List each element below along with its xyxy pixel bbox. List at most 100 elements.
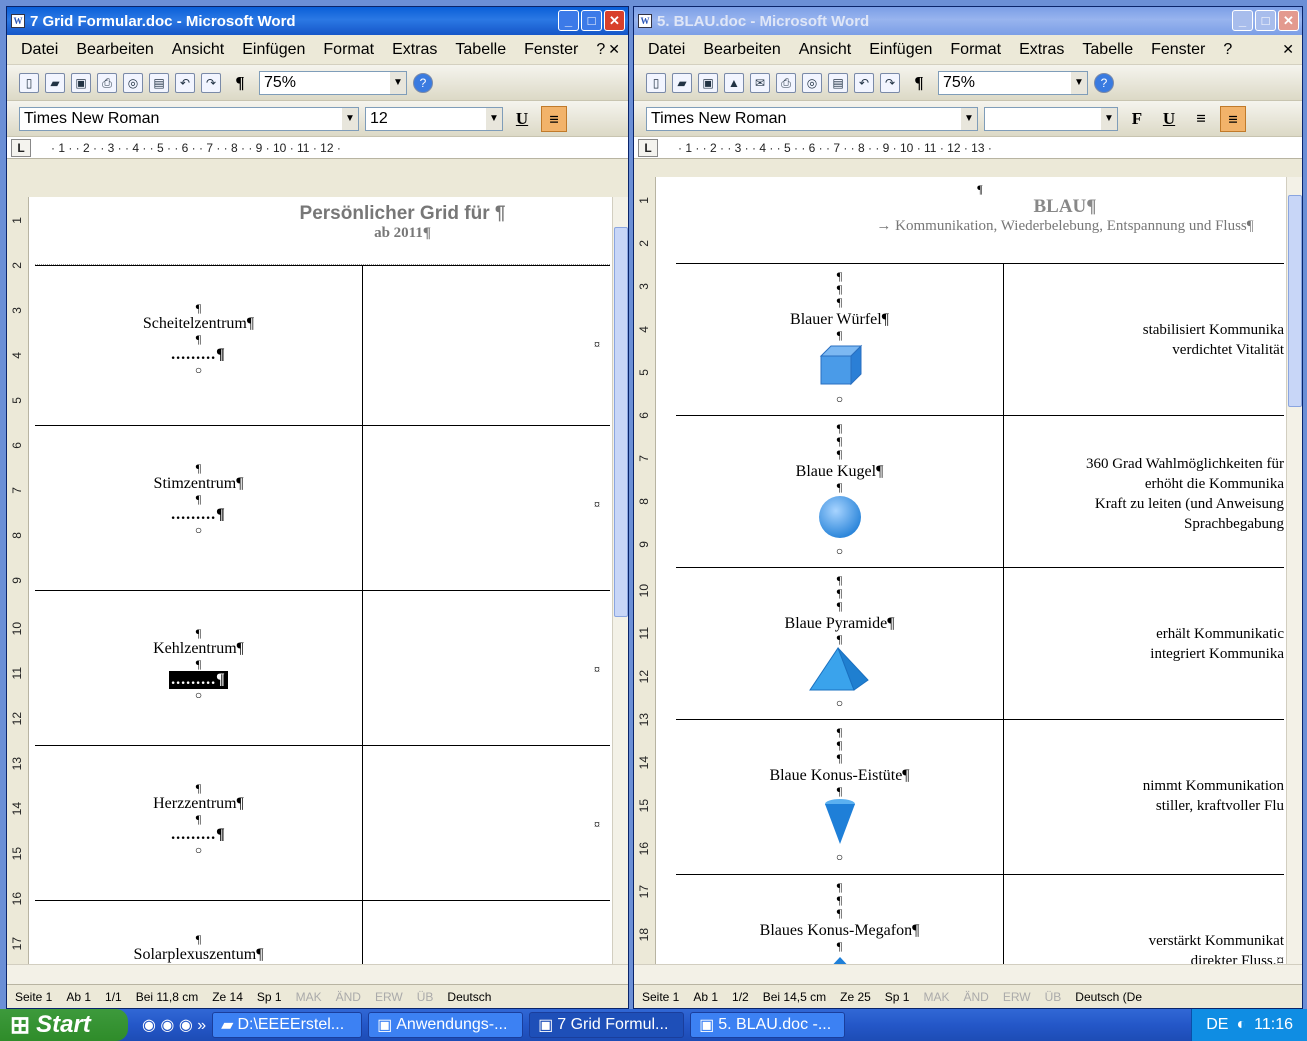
- open-folder-icon[interactable]: ▰: [672, 72, 692, 93]
- description-cell[interactable]: nimmt Kommunikation stiller, kraftvoller …: [1005, 720, 1284, 874]
- description-cell[interactable]: stabilisiert Kommunika verdichtet Vitalit…: [1005, 264, 1284, 415]
- taskbar-button[interactable]: ▰ D:\EEEErstel...: [212, 1012, 363, 1038]
- value-cell[interactable]: ¤: [364, 591, 610, 745]
- menu-datei[interactable]: Datei: [648, 41, 685, 59]
- underline-button[interactable]: U: [1156, 106, 1182, 132]
- undo-icon[interactable]: ↶: [854, 72, 874, 93]
- minimize-icon[interactable]: _: [558, 10, 579, 31]
- label-cell[interactable]: ¶ Kehlzentrum¶ ¶ .........¶ ○: [35, 591, 363, 745]
- label-cell[interactable]: ¶ ¶ ¶ Blaue Kugel¶ ¶ ○: [676, 416, 1004, 567]
- network-icon[interactable]: ◐: [1236, 1016, 1246, 1034]
- value-cell[interactable]: ¤: [364, 426, 610, 590]
- left-v-ruler[interactable]: 123456789101112131415161718: [7, 197, 29, 995]
- menu-help[interactable]: ?: [1223, 41, 1232, 59]
- align-center-button[interactable]: ≡: [1220, 105, 1246, 132]
- print-icon[interactable]: ⎙: [776, 72, 796, 93]
- menu-bearbeiten[interactable]: Bearbeiten: [703, 41, 780, 59]
- bold-button[interactable]: F: [1124, 106, 1150, 132]
- right-v-scrollbar[interactable]: [1286, 177, 1302, 984]
- description-cell[interactable]: erhält Kommunikatic integriert Kommunika: [1005, 568, 1284, 719]
- description-cell[interactable]: 360 Grad Wahlmöglichkeiten für erhöht die…: [1005, 416, 1284, 567]
- underline-button[interactable]: U: [509, 106, 535, 132]
- right-document[interactable]: ¶ BLAU¶ → Kommunikation, Wiederbelebung,…: [676, 177, 1284, 984]
- status-flag[interactable]: ÄND: [336, 990, 361, 1004]
- menu-einfuegen[interactable]: Einfügen: [242, 41, 305, 59]
- menu-ansicht[interactable]: Ansicht: [799, 41, 851, 59]
- redo-icon[interactable]: ↷: [201, 72, 221, 93]
- menu-format[interactable]: Format: [950, 41, 1001, 59]
- label-cell[interactable]: ¶ ¶ ¶ Blaue Pyramide¶ ¶ ○: [676, 568, 1004, 719]
- value-cell[interactable]: ¤: [364, 746, 610, 900]
- save-icon[interactable]: ▣: [71, 72, 91, 93]
- status-flag[interactable]: ERW: [1003, 990, 1031, 1004]
- menu-help[interactable]: ?: [596, 41, 605, 59]
- zoom-select[interactable]: 75% ▼: [259, 70, 407, 95]
- left-h-ruler[interactable]: L · 1 · · 2 · · 3 · · 4 · · 5 · · 6 · · 7…: [7, 137, 628, 159]
- paste-icon[interactable]: ▤: [149, 72, 169, 93]
- menu-format[interactable]: Format: [323, 41, 374, 59]
- right-v-ruler[interactable]: 1 2 3 4 5 6 7 8 9 10 11 12 13 14 15 16 17 18: [634, 177, 656, 984]
- start-button[interactable]: ⊞ Start: [0, 1009, 128, 1041]
- dotted-field[interactable]: .........¶: [35, 826, 362, 844]
- menu-extras[interactable]: Extras: [392, 41, 437, 59]
- label-cell[interactable]: ¶ Scheitelzentrum¶ ¶ .........¶ ○: [35, 266, 363, 425]
- right-title-bar[interactable]: W 5. BLAU.doc - Microsoft Word _ □ ✕: [634, 7, 1302, 35]
- menu-extras[interactable]: Extras: [1019, 41, 1064, 59]
- help-icon[interactable]: ?: [413, 72, 433, 93]
- print-preview-icon[interactable]: ◎: [802, 72, 822, 93]
- menu-ansicht[interactable]: Ansicht: [172, 41, 224, 59]
- status-flag[interactable]: ÄND: [964, 990, 989, 1004]
- status-flag[interactable]: ÜB: [1045, 990, 1062, 1004]
- font-select[interactable]: Times New Roman ▼: [646, 106, 978, 131]
- zoom-select[interactable]: 75% ▼: [938, 70, 1088, 95]
- tab-selector[interactable]: L: [638, 139, 658, 157]
- left-h-scrollbar[interactable]: [7, 964, 628, 984]
- align-left-button[interactable]: ≡: [1188, 106, 1214, 132]
- menu-bearbeiten[interactable]: Bearbeiten: [76, 41, 153, 59]
- size-select[interactable]: 12 ▼: [365, 106, 503, 131]
- menu-einfuegen[interactable]: Einfügen: [869, 41, 932, 59]
- print-icon[interactable]: ⎙: [97, 72, 117, 93]
- dotted-field[interactable]: .........¶: [35, 506, 362, 524]
- show-marks-icon[interactable]: ¶: [227, 70, 253, 96]
- right-h-scrollbar[interactable]: [634, 964, 1302, 984]
- align-center-button[interactable]: ≡: [541, 105, 567, 132]
- status-flag[interactable]: ERW: [375, 990, 403, 1004]
- quick-launch-icons[interactable]: ◉ ◉ ◉ »: [142, 1015, 206, 1035]
- scroll-thumb[interactable]: [1288, 195, 1302, 407]
- label-cell[interactable]: ¶ ¶ ¶ Blauer Würfel¶ ¶ ○: [676, 264, 1004, 415]
- email-icon[interactable]: ✉: [750, 72, 770, 93]
- help-icon[interactable]: ?: [1094, 72, 1114, 93]
- language-indicator[interactable]: DE: [1206, 1016, 1228, 1034]
- menu-datei[interactable]: Datei: [21, 41, 58, 59]
- left-title-bar[interactable]: W 7 Grid Formular.doc - Microsoft Word _…: [7, 7, 628, 35]
- menu-fenster[interactable]: Fenster: [1151, 41, 1205, 59]
- minimize-icon[interactable]: _: [1232, 10, 1253, 31]
- status-language[interactable]: Deutsch (De: [1075, 990, 1142, 1004]
- open-folder-icon[interactable]: ▰: [45, 72, 65, 93]
- paste-icon[interactable]: ▤: [828, 72, 848, 93]
- size-select[interactable]: ▼: [984, 106, 1118, 131]
- right-h-ruler[interactable]: L · 1 · · 2 · · 3 · · 4 · · 5 · · 6 · · 7…: [634, 137, 1302, 159]
- label-cell[interactable]: ¶ Stimzentrum¶ ¶ .........¶ ○: [35, 426, 363, 590]
- menu-fenster[interactable]: Fenster: [524, 41, 578, 59]
- tab-selector[interactable]: L: [11, 139, 31, 157]
- dotted-field[interactable]: .........¶: [169, 671, 228, 689]
- redo-icon[interactable]: ↷: [880, 72, 900, 93]
- taskbar-button[interactable]: ▣ 7 Grid Formul...: [529, 1012, 685, 1038]
- maximize-icon[interactable]: □: [1255, 10, 1276, 31]
- left-document[interactable]: Persönlicher Grid für ¶ ab 2011¶ ¶ Scheit…: [35, 197, 610, 984]
- font-select[interactable]: Times New Roman ▼: [19, 106, 359, 131]
- new-doc-icon[interactable]: ▯: [19, 72, 39, 93]
- close-icon[interactable]: ✕: [1278, 10, 1299, 31]
- status-flag[interactable]: MAK: [923, 990, 949, 1004]
- print-preview-icon[interactable]: ◎: [123, 72, 143, 93]
- scroll-thumb[interactable]: [614, 227, 628, 617]
- close-icon[interactable]: ✕: [604, 10, 625, 31]
- doc-close-icon[interactable]: ✕: [1282, 41, 1294, 58]
- status-flag[interactable]: MAK: [296, 990, 322, 1004]
- menu-tabelle[interactable]: Tabelle: [1082, 41, 1133, 59]
- value-cell[interactable]: ¤: [364, 266, 610, 425]
- doc-close-icon[interactable]: ✕: [608, 41, 620, 58]
- label-cell[interactable]: ¶ Herzzentrum¶ ¶ .........¶ ○: [35, 746, 363, 900]
